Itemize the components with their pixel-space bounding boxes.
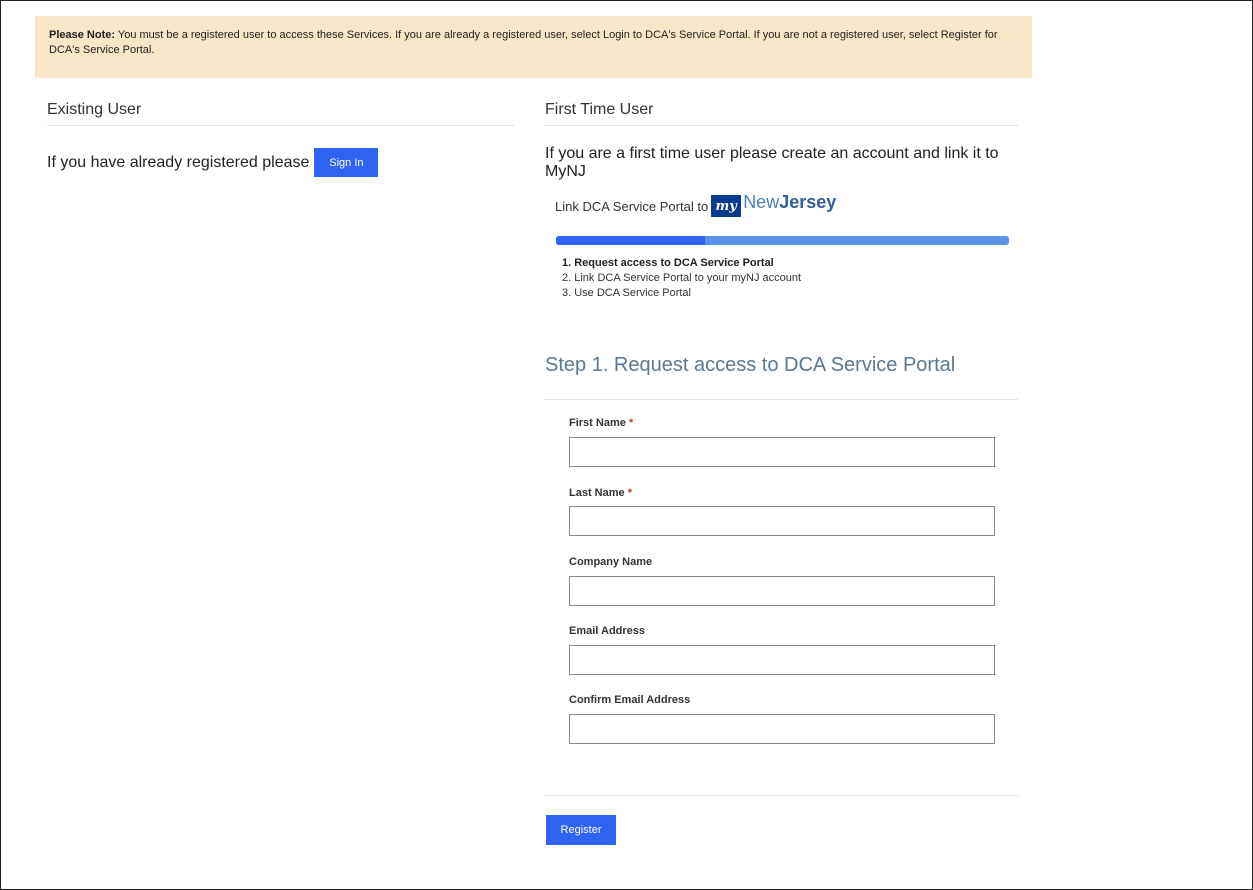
mynj-logo-badge: my xyxy=(711,195,742,217)
company-name-input[interactable] xyxy=(569,576,995,606)
progress-bar-fill xyxy=(556,236,706,245)
confirm-email-input[interactable] xyxy=(569,714,995,744)
notice-label: Please Note: xyxy=(49,29,116,41)
existing-user-row: If you have already registered please Si… xyxy=(47,148,379,177)
register-button[interactable]: Register xyxy=(546,815,616,845)
last-name-input[interactable] xyxy=(569,506,995,536)
steps-list: 1. Request access to DCA Service Portal … xyxy=(562,256,801,301)
existing-user-heading: Existing User xyxy=(47,101,514,126)
first-name-input[interactable] xyxy=(569,437,995,467)
email-address-label-text: Email Address xyxy=(569,625,646,637)
mynj-logo-word-bold: Jersey xyxy=(779,191,837,212)
step-item: 3. Use DCA Service Portal xyxy=(562,287,691,299)
notice-text: You must be a registered user to access … xyxy=(49,29,998,56)
first-name-label-text: First Name xyxy=(569,417,626,429)
required-marker: * xyxy=(627,487,632,499)
company-name-label-text: Company Name xyxy=(569,556,653,568)
first-name-label: First Name * xyxy=(569,417,633,429)
last-name-label: Last Name * xyxy=(569,487,632,499)
last-name-label-text: Last Name xyxy=(569,487,625,499)
link-portal-row: Link DCA Service Portal to my NewJersey xyxy=(555,192,836,217)
existing-user-prompt: If you have already registered please xyxy=(47,153,310,171)
form-step-title: Step 1. Request access to DCA Service Po… xyxy=(545,354,1018,400)
email-address-input[interactable] xyxy=(569,645,995,675)
notice-banner: Please Note: You must be a registered us… xyxy=(35,16,1032,78)
link-portal-text: Link DCA Service Portal to xyxy=(555,198,709,214)
step-item: 2. Link DCA Service Portal to your myNJ … xyxy=(562,272,802,284)
required-marker: * xyxy=(628,417,634,429)
company-name-label: Company Name xyxy=(569,556,652,568)
sign-in-button[interactable]: Sign In xyxy=(314,148,379,177)
first-time-user-intro: If you are a first time user please crea… xyxy=(545,145,999,180)
email-address-label: Email Address xyxy=(569,625,645,637)
confirm-email-label: Confirm Email Address xyxy=(569,694,690,706)
confirm-email-label-text: Confirm Email Address xyxy=(569,694,691,706)
mynj-logo: my NewJersey xyxy=(711,192,836,217)
form-footer-divider xyxy=(545,795,1018,796)
mynj-logo-word-light: New xyxy=(743,191,780,212)
mynj-logo-wordmark: NewJersey xyxy=(743,192,836,213)
step-item: 1. Request access to DCA Service Portal xyxy=(562,257,774,269)
first-time-user-heading: First Time User xyxy=(545,101,1018,126)
progress-bar xyxy=(556,236,1009,245)
